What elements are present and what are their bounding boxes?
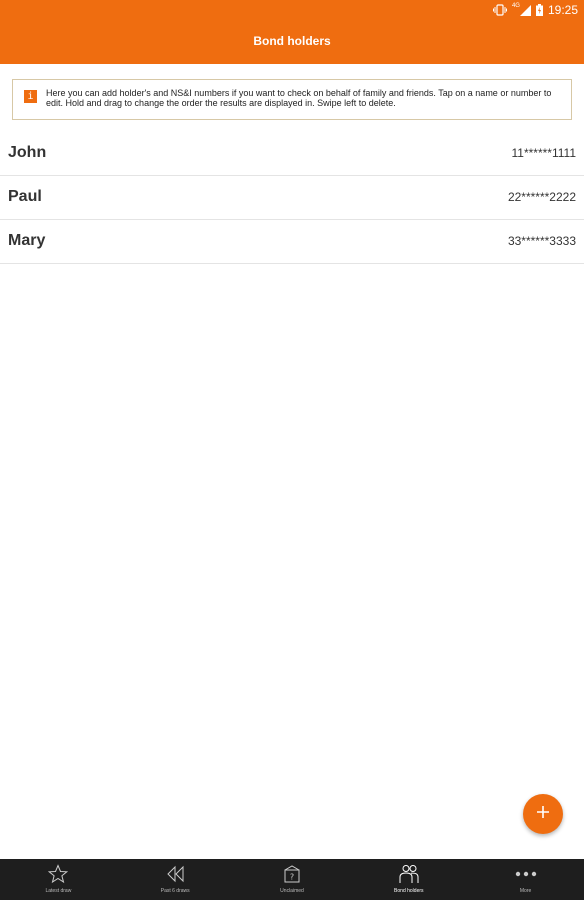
nav-label: Unclaimed (280, 888, 304, 894)
nav-more[interactable]: More (467, 859, 584, 900)
holder-number[interactable]: 22******2222 (508, 190, 576, 204)
page-title: Bond holders (253, 34, 331, 48)
holder-number[interactable]: 33******3333 (508, 234, 576, 248)
app-header: 4G 19:25 Bond holders (0, 0, 584, 64)
plus-icon (536, 805, 550, 824)
nav-label: Latest draw (45, 888, 72, 894)
battery-icon (535, 4, 543, 16)
rewind-icon (165, 863, 185, 885)
info-icon: i (24, 90, 37, 103)
holder-list: John 11******1111 Paul 22******2222 Mary… (0, 132, 584, 264)
svg-text:?: ? (290, 873, 294, 882)
info-text: Here you can add holder's and NS&I numbe… (46, 88, 552, 108)
bottom-nav: Latest draw Past 6 draws ? Unclaimed Bon… (0, 859, 584, 900)
holder-number[interactable]: 11******1111 (512, 146, 577, 160)
status-bar: 4G 19:25 (0, 0, 584, 20)
nav-past-draws[interactable]: Past 6 draws (117, 859, 234, 900)
nav-label: More (519, 888, 532, 894)
nav-bond-holders[interactable]: Bond holders (350, 859, 467, 900)
holder-name[interactable]: John (8, 144, 46, 162)
holder-row-john[interactable]: John 11******1111 (0, 132, 584, 176)
star-icon (48, 863, 69, 885)
holder-row-mary[interactable]: Mary 33******3333 (0, 220, 584, 264)
signal-icon: 4G (511, 3, 531, 16)
gift-icon: ? (282, 863, 302, 885)
nav-latest-draw[interactable]: Latest draw (0, 859, 117, 900)
info-banner: i Here you can add holder's and NS&I num… (12, 79, 572, 120)
status-time: 19:25 (547, 3, 578, 17)
more-icon (514, 863, 538, 885)
network-label: 4G (511, 3, 520, 9)
holder-name[interactable]: Paul (8, 188, 42, 206)
nav-label: Bond holders (394, 888, 424, 894)
holder-row-paul[interactable]: Paul 22******2222 (0, 176, 584, 220)
holder-name[interactable]: Mary (8, 232, 45, 250)
nav-unclaimed[interactable]: ? Unclaimed (234, 859, 351, 900)
nav-label: Past 6 draws (160, 888, 190, 894)
vibrate-icon (492, 4, 507, 16)
people-icon (398, 863, 420, 885)
add-holder-button[interactable] (523, 794, 563, 834)
